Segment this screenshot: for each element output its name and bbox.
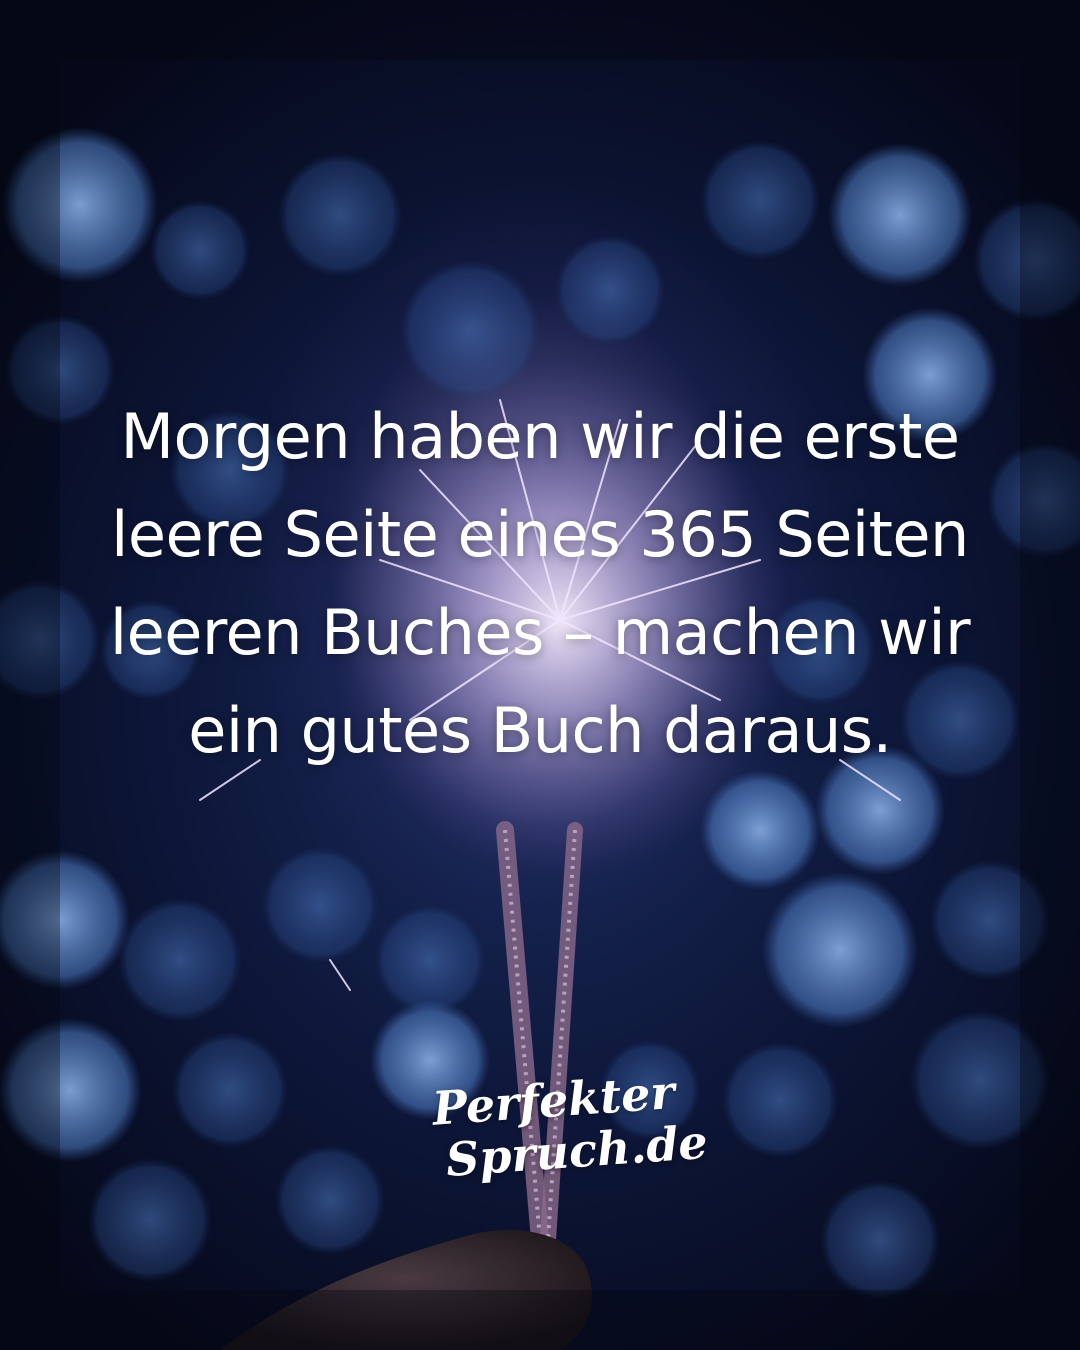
quote-line: Morgen haben wir die erste <box>120 400 960 473</box>
quote-line: leeren Buches – machen wir <box>109 596 971 669</box>
quote-text: Morgen haben wir die erste leere Seite e… <box>60 388 1020 780</box>
quote-line: leere Seite eines 365 Seiten <box>111 498 969 571</box>
background-photo: Morgen haben wir die erste leere Seite e… <box>0 0 1080 1350</box>
brand-logo: Perfekter Spruch.de <box>427 1065 710 1187</box>
quote-line: ein gutes Buch daraus. <box>188 694 892 767</box>
